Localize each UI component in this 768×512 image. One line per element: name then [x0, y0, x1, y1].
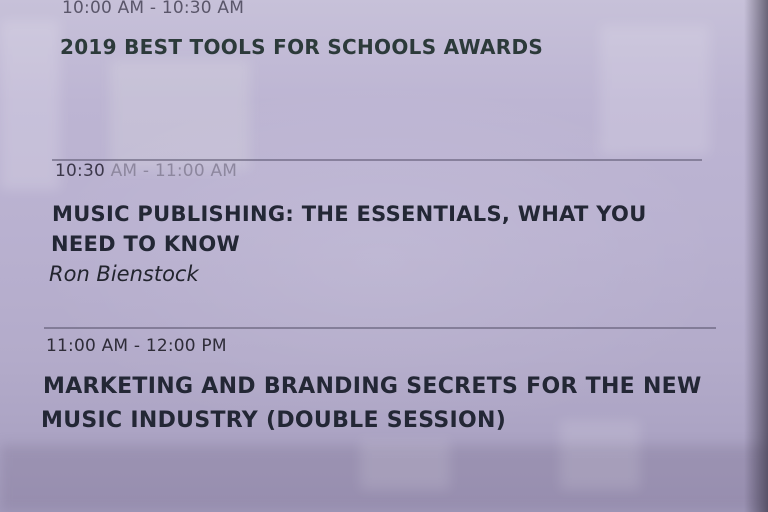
session-divider: [44, 327, 716, 329]
session-title-line: NEED TO KNOW: [51, 232, 240, 256]
session-time: 11:00 AM - 12:00 PM: [46, 336, 227, 356]
schedule-screen: 10:00 AM - 10:30 AM 2019 BEST TOOLS FOR …: [0, 0, 768, 512]
screen-bezel: [744, 0, 768, 512]
session-title-line: MUSIC PUBLISHING: THE ESSENTIALS, WHAT Y…: [52, 202, 647, 226]
session-time-end: AM - 11:00 AM: [105, 161, 238, 181]
session-time: 10:30 AM - 11:00 AM: [55, 161, 237, 181]
window-reflection: [0, 20, 60, 190]
session-title-line: MUSIC INDUSTRY (DOUBLE SESSION): [41, 408, 507, 433]
session-title-line: MARKETING AND BRANDING SECRETS FOR THE N…: [43, 374, 702, 399]
session-title: 2019 BEST TOOLS FOR SCHOOLS AWARDS: [60, 35, 544, 59]
window-reflection: [360, 440, 450, 490]
session-time: 10:00 AM - 10:30 AM: [62, 0, 245, 18]
window-reflection: [110, 60, 250, 170]
session-speaker: Ron Bienstock: [49, 262, 199, 286]
session-time-start: 10:30: [55, 161, 105, 181]
window-reflection: [560, 420, 640, 490]
window-reflection: [600, 25, 710, 155]
